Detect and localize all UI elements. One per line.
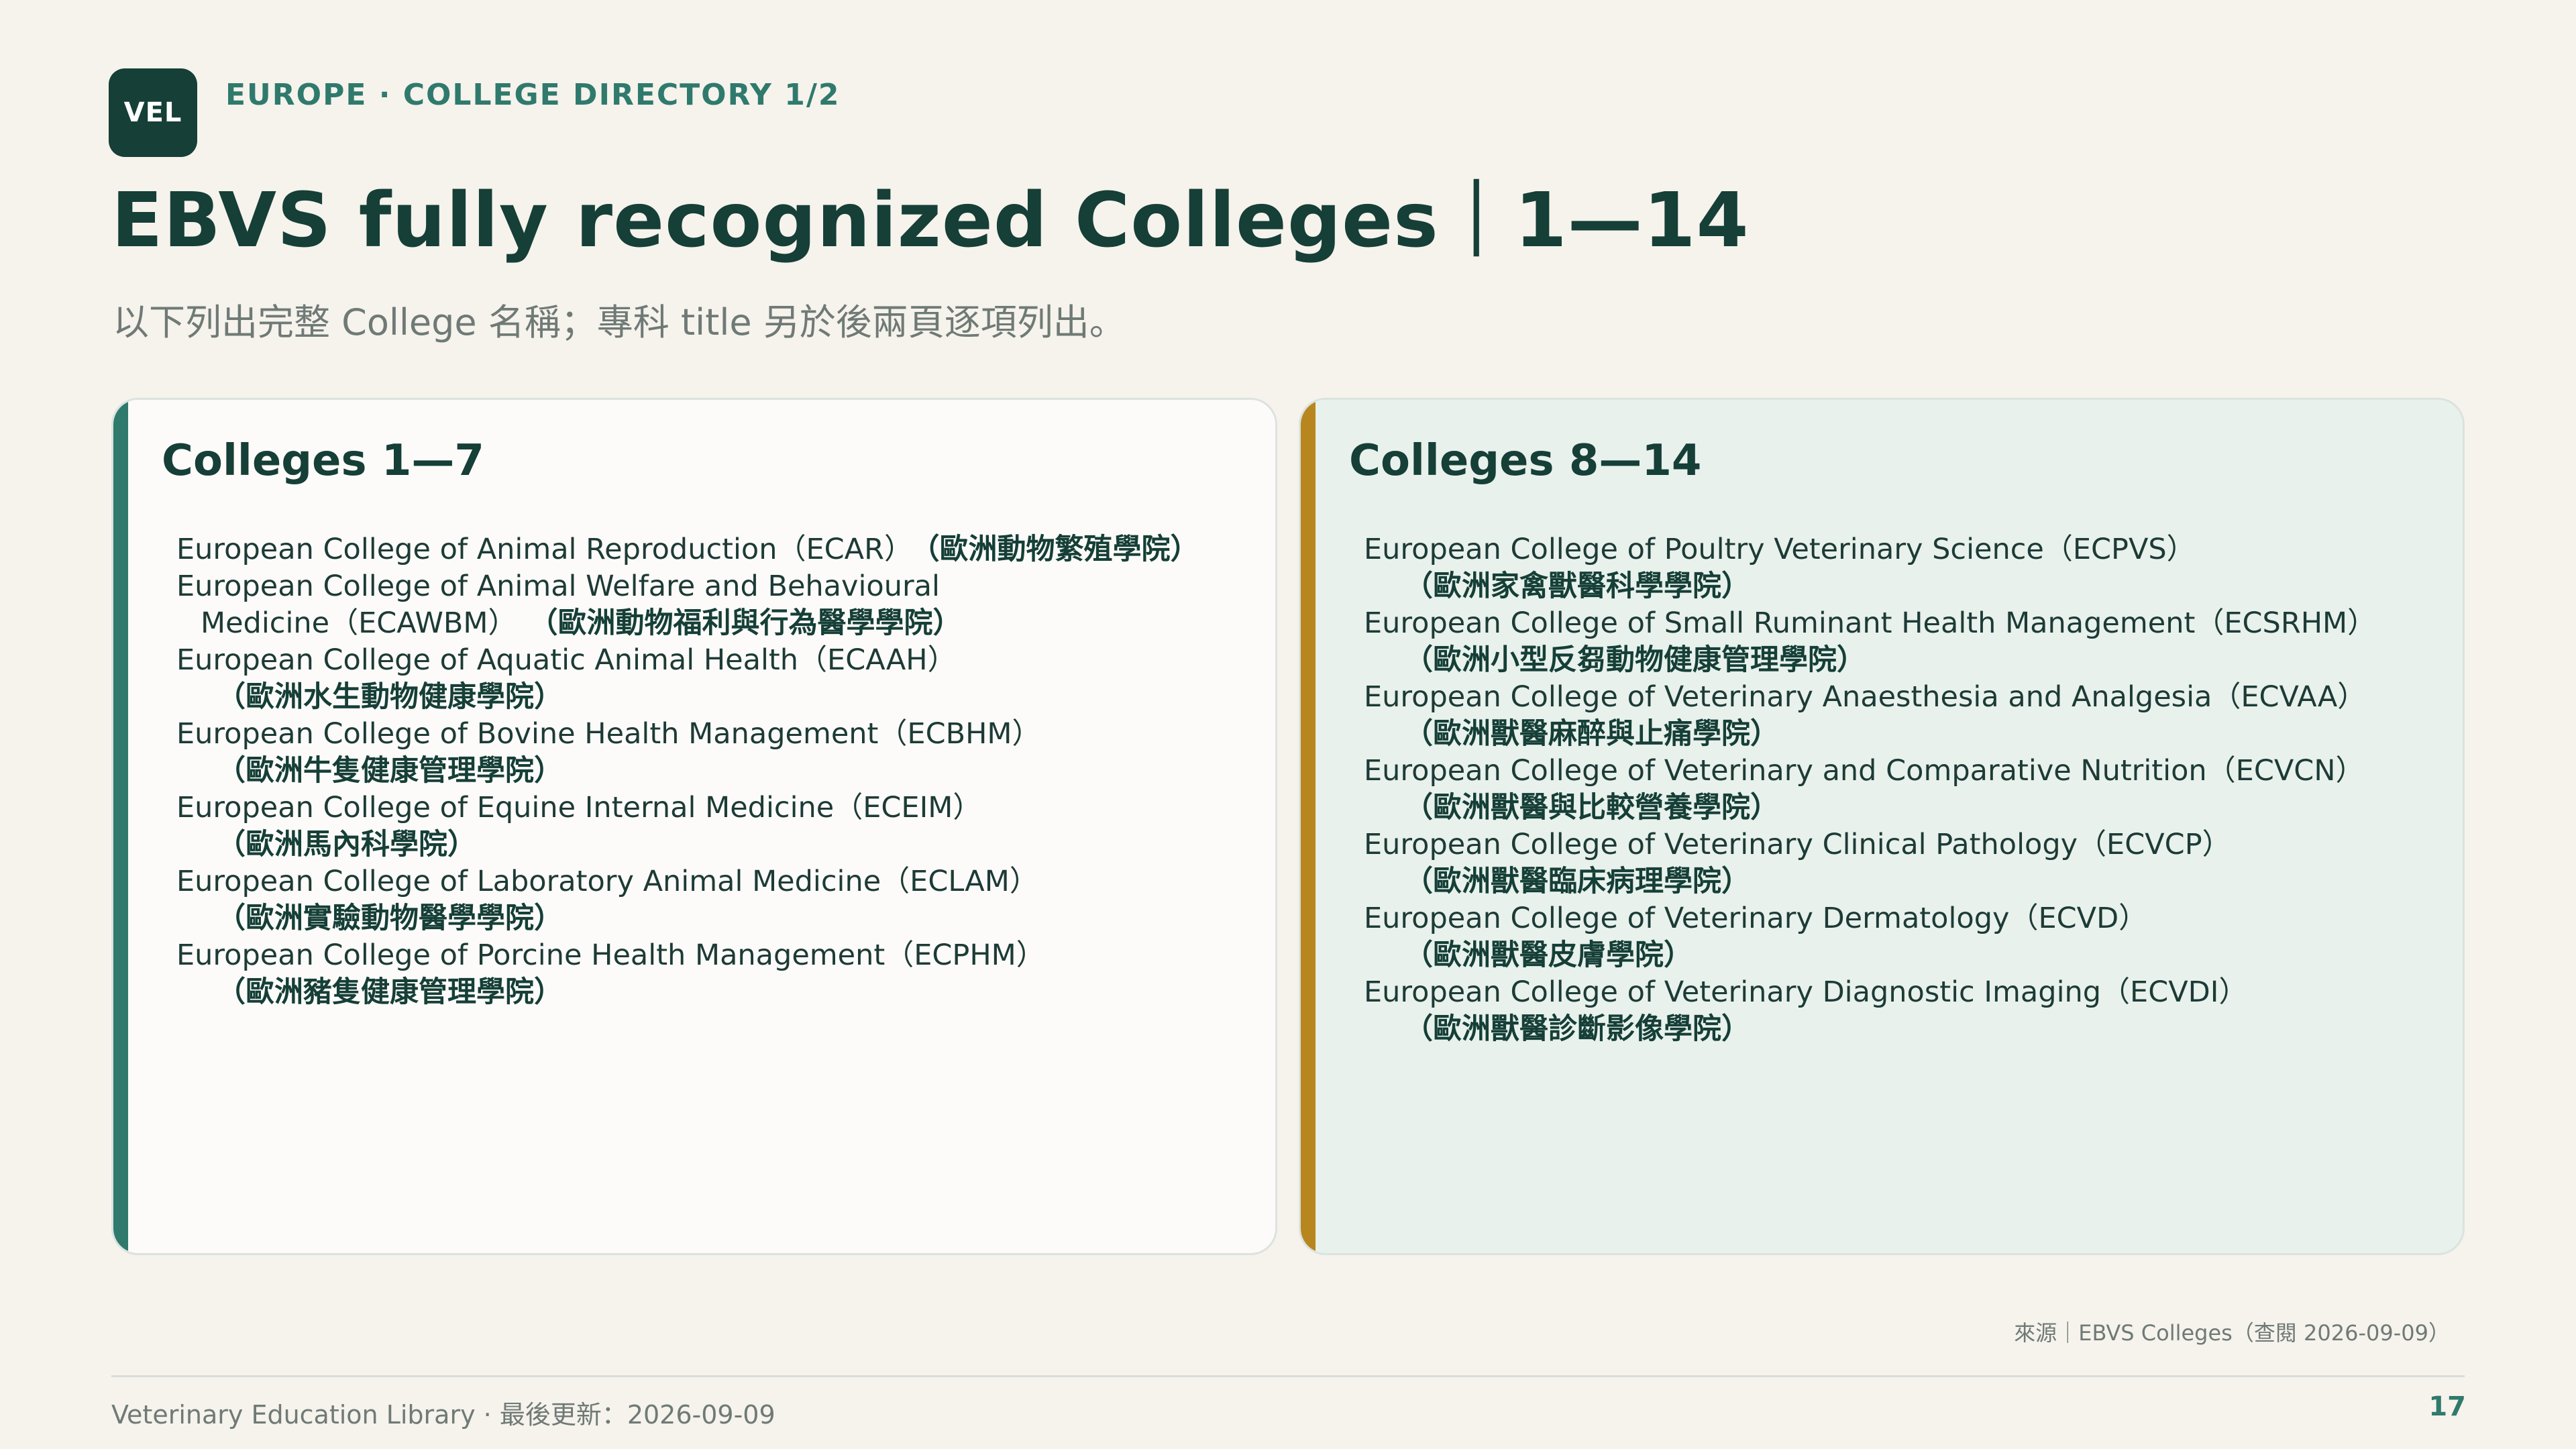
college-name-en-continued: Medicine（ECAWBM） [201, 606, 517, 640]
list-item: European College of Veterinary and Compa… [1364, 753, 2436, 826]
list-item: European College of Equine Internal Medi… [176, 790, 1248, 863]
college-name-en: European College of Veterinary Diagnosti… [1364, 975, 2248, 1009]
logo-badge: VEL [109, 68, 197, 157]
list-item: European College of Laboratory Animal Me… [176, 863, 1248, 937]
college-name-en: European College of Bovine Health Manage… [176, 717, 1041, 751]
college-name-en: European College of Veterinary Dermatolo… [1364, 902, 2148, 935]
college-name-en: European College of Animal Reproduction（… [176, 533, 913, 566]
college-name-zh: （歐洲獸醫診斷影像學院） [1404, 1012, 1750, 1046]
card-title: Colleges 1—7 [162, 436, 484, 486]
college-name-en: European College of Aquatic Animal Healt… [176, 643, 957, 677]
college-name-zh: （歐洲小型反芻動物健康管理學院） [1404, 643, 1866, 677]
list-item: European College of Animal Reproduction（… [176, 531, 1248, 568]
list-item: European College of Veterinary Anaesthes… [1364, 679, 2436, 753]
college-name-en: European College of Laboratory Animal Me… [176, 865, 1038, 898]
list-item: European College of Aquatic Animal Healt… [176, 642, 1248, 716]
list-item: European College of Bovine Health Manage… [176, 716, 1248, 790]
colleges-card-left: Colleges 1—7 European College of Animal … [111, 398, 1277, 1255]
card-accent-bar [113, 400, 128, 1253]
page-subtitle: 以下列出完整 College 名稱；專科 title 另於後兩頁逐項列出。 [113, 301, 1126, 343]
college-name-en: European College of Veterinary Clinical … [1364, 828, 2231, 861]
college-name-zh: （歐洲馬內科學院） [217, 828, 476, 861]
list-item: European College of Small Ruminant Healt… [1364, 605, 2436, 679]
college-name-zh: （歐洲牛隻健康管理學院） [217, 754, 563, 788]
college-name-zh: （歐洲獸醫與比較營養學院） [1404, 791, 1779, 824]
college-name-en: European College of Veterinary and Compa… [1364, 754, 2365, 788]
card-title: Colleges 8—14 [1349, 436, 1702, 486]
college-name-en: European College of Veterinary Anaesthes… [1364, 680, 2367, 714]
list-item: European College of Veterinary Dermatolo… [1364, 900, 2436, 974]
college-name-en: European College of Porcine Health Manag… [176, 938, 1045, 972]
college-name-en: European College of Poultry Veterinary S… [1364, 533, 2196, 566]
list-item: European College of Veterinary Clinical … [1364, 826, 2436, 900]
college-list: European College of Poultry Veterinary S… [1364, 531, 2436, 1048]
college-name-en: European College of Equine Internal Medi… [176, 791, 982, 824]
footer-divider [111, 1375, 2465, 1377]
list-item: European College of Porcine Health Manag… [176, 937, 1248, 1011]
college-name-zh: （歐洲豬隻健康管理學院） [217, 975, 563, 1009]
college-name-zh: （歐洲動物繁殖學院） [924, 533, 1199, 566]
college-name-zh: （歐洲動物福利與行為醫學學院） [529, 606, 962, 640]
card-accent-bar [1301, 400, 1316, 1253]
list-item: European College of Veterinary Diagnosti… [1364, 974, 2436, 1048]
college-list: European College of Animal Reproduction（… [176, 531, 1248, 1011]
college-name-zh: （歐洲家禽獸醫科學學院） [1404, 570, 1750, 603]
college-name-zh: （歐洲獸醫臨床病理學院） [1404, 865, 1750, 898]
college-name-en: European College of Small Ruminant Healt… [1364, 606, 2377, 640]
college-name-zh: （歐洲獸醫皮膚學院） [1404, 938, 1693, 972]
list-item: European College of Poultry Veterinary S… [1364, 531, 2436, 605]
college-name-en: European College of Animal Welfare and B… [176, 570, 940, 603]
source-note: 來源｜EBVS Colleges（查閱 2026-09-09） [2014, 1320, 2450, 1346]
college-name-zh: （歐洲實驗動物醫學學院） [217, 902, 563, 935]
page-title: EBVS fully recognized Colleges｜1—14 [111, 177, 1750, 264]
footer-text: Veterinary Education Library · 最後更新：2026… [111, 1400, 775, 1430]
college-name-zh: （歐洲獸醫麻醉與止痛學院） [1404, 717, 1779, 751]
list-item: European College of Animal Welfare and B… [176, 568, 1248, 642]
colleges-card-right: Colleges 8—14 European College of Poultr… [1299, 398, 2465, 1255]
college-name-zh: （歐洲水生動物健康學院） [217, 680, 563, 714]
section-kicker: EUROPE · COLLEGE DIRECTORY 1/2 [225, 78, 841, 112]
page-number: 17 [2428, 1391, 2466, 1422]
